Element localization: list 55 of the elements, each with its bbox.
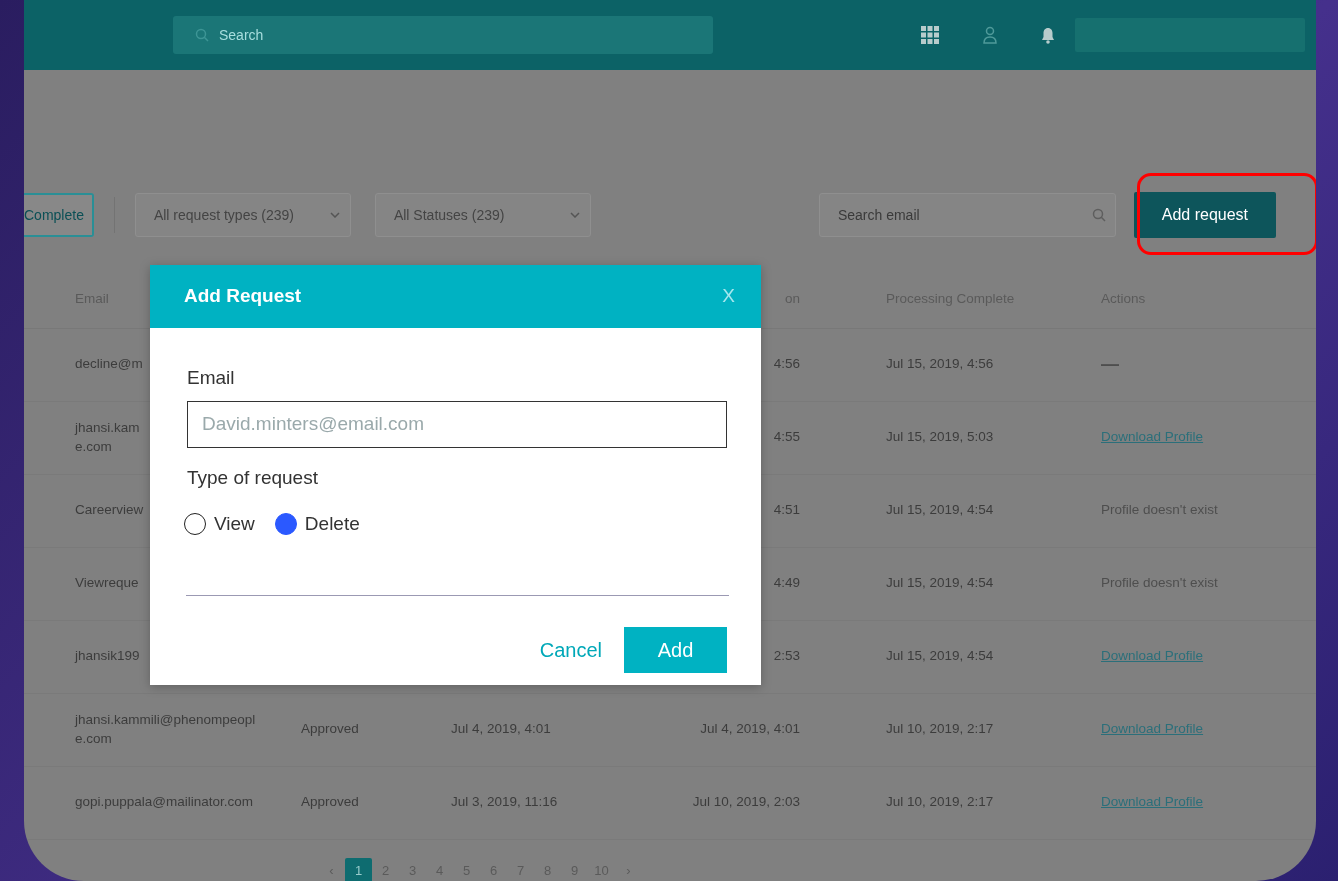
empty-dash: — (1101, 354, 1119, 375)
radio-option[interactable]: Delete (274, 510, 360, 539)
apps-grid-icon[interactable] (921, 26, 939, 44)
table-cell: Approved (301, 721, 359, 737)
table-cell: 4:55 (773, 429, 800, 445)
table-cell: jhansi.kam e.com (75, 420, 140, 454)
page-link[interactable]: 1 (345, 857, 372, 881)
download-profile-link[interactable]: Download Profile (1101, 721, 1204, 737)
table-cell: Viewreque (75, 575, 139, 591)
search-icon (1091, 208, 1106, 222)
close-button[interactable]: X (716, 281, 741, 312)
table-cell: Jul 10, 2019, 2:17 (886, 721, 994, 737)
caret-icon (569, 212, 580, 218)
table-cell: Jul 15, 2019, 4:54 (886, 648, 994, 664)
dialog-title: Add Request (184, 285, 302, 308)
email-field[interactable]: David.minters@email.com (187, 400, 727, 448)
table-cell: Jul 4, 2019, 4:01 (700, 721, 800, 737)
radio-option[interactable]: View (184, 510, 255, 539)
table-cell: gopi.puppala@mailinator.com (75, 794, 254, 810)
request-type-label: Type of request (187, 465, 319, 490)
table-cell: Jul 15, 2019, 5:03 (886, 429, 994, 445)
table-cell: Jul 15, 2019, 4:56 (886, 356, 994, 372)
search-field[interactable]: Search (173, 16, 713, 54)
caret-icon (329, 212, 340, 218)
table-cell: 2:53 (773, 648, 800, 664)
download-profile-link[interactable]: Download Profile (1101, 429, 1204, 445)
page-link[interactable]: › (615, 857, 642, 881)
table-cell: jhansi.kammili@phenompeopl e.com (75, 712, 256, 746)
radio-button[interactable] (274, 513, 297, 536)
person-icon[interactable] (983, 26, 997, 44)
download-profile-link[interactable]: Download Profile (1101, 648, 1204, 664)
table-cell: Jul 4, 2019, 4:01 (451, 721, 551, 737)
email-label: Email (187, 366, 236, 390)
table-cell: 4:49 (773, 575, 800, 591)
complete-filter-button[interactable]: Complete (24, 193, 94, 237)
cancel-button[interactable]: Cancel (539, 634, 602, 665)
table-cell: Careerview (75, 502, 144, 518)
table-cell: Jul 3, 2019, 11:16 (451, 794, 558, 810)
table-cell: 4:51 (773, 502, 800, 518)
bell-icon[interactable] (1041, 26, 1055, 44)
table-cell: decline@m (75, 356, 143, 372)
table-cell: Jul 15, 2019, 4:54 (886, 502, 994, 518)
table-cell: Jul 10, 2019, 2:17 (886, 794, 994, 810)
table-cell: Jul 10, 2019, 2:03 (692, 794, 800, 810)
search-email-field[interactable]: Search email (818, 193, 1116, 237)
download-profile-link[interactable]: Download Profile (1101, 794, 1204, 810)
page-link[interactable]: ‹ (318, 857, 345, 881)
add-button[interactable]: Add (624, 626, 727, 673)
filter-dropdown[interactable]: All request types (239) (134, 193, 351, 237)
table-cell: jhansik199 (75, 648, 140, 664)
table-cell: Jul 15, 2019, 4:54 (886, 575, 994, 591)
table-cell: Approved (301, 794, 359, 810)
add-request-button[interactable]: Add request (1133, 192, 1276, 238)
filter-dropdown[interactable]: All Statuses (239) (374, 193, 591, 237)
table-cell: 4:56 (773, 356, 800, 372)
